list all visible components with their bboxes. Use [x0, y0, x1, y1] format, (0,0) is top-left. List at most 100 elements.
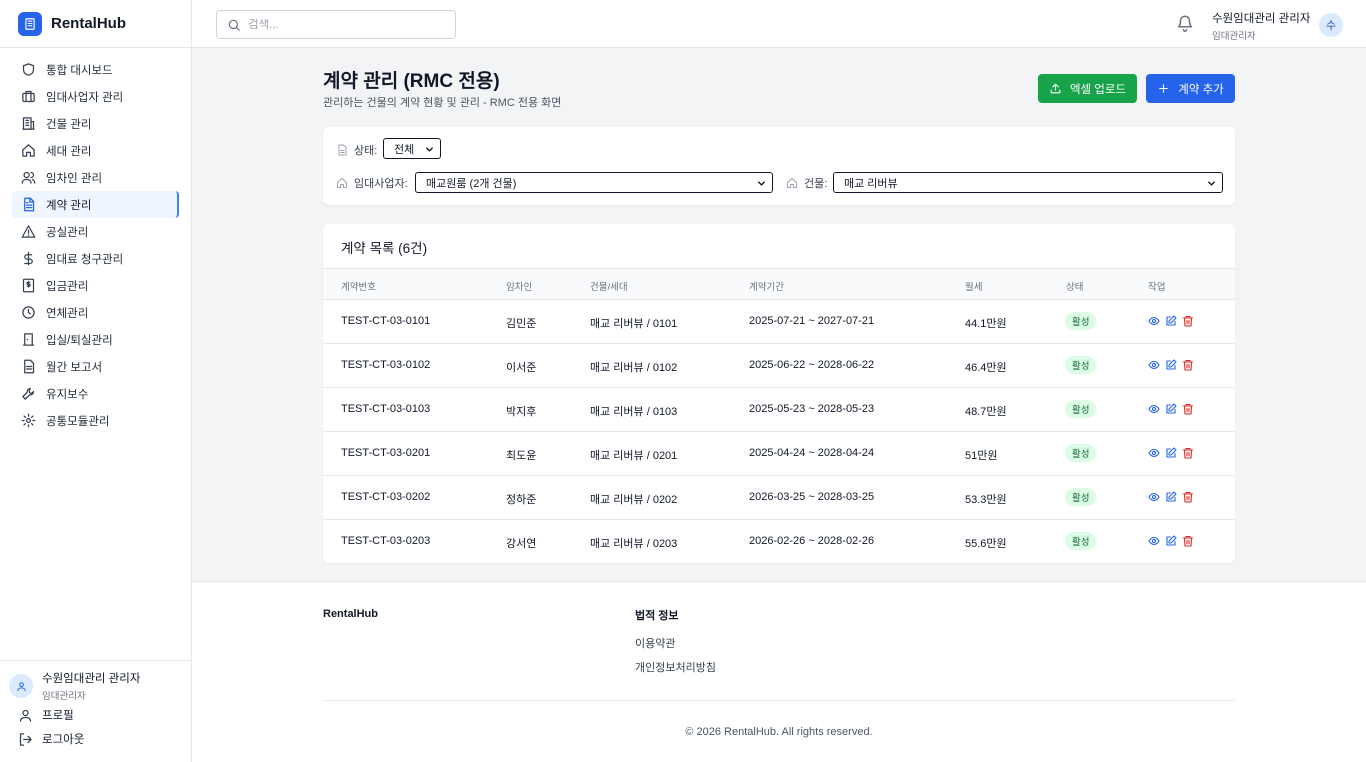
column-header: 월세: [965, 282, 983, 293]
sidebar-item-dashboard[interactable]: 통합 대시보드: [12, 56, 179, 83]
sidebar-item-move-in-out[interactable]: 입실/퇴실관리: [12, 326, 179, 353]
sidebar-item-tenants[interactable]: 임차인 관리: [12, 164, 179, 191]
building-label: 건물:: [804, 178, 828, 190]
sidebar-item-label: 공실관리: [46, 226, 89, 239]
row-actions: [1148, 447, 1194, 459]
view-eye-icon[interactable]: [1148, 315, 1160, 327]
search-input[interactable]: [248, 18, 438, 31]
row-actions: [1148, 403, 1194, 415]
door-icon: [21, 332, 36, 347]
delete-trash-icon[interactable]: [1182, 535, 1194, 547]
avatar[interactable]: 수: [1319, 13, 1343, 37]
terms-link[interactable]: 이용약관: [635, 635, 675, 651]
unit-cell: 매교 리버뷰 / 0203: [590, 538, 678, 550]
delete-trash-icon[interactable]: [1182, 447, 1194, 459]
rent-cell: 44.1만원: [965, 318, 1007, 330]
view-eye-icon[interactable]: [1148, 403, 1160, 415]
row-actions: [1148, 535, 1194, 547]
sidebar-item-label: 유지보수: [46, 388, 89, 401]
period-cell: 2026-02-26 ~ 2028-02-26: [749, 535, 875, 547]
sidebar-item-label: 입금관리: [46, 280, 89, 293]
building-select[interactable]: 매교 리버뷰: [833, 172, 1223, 193]
filter-panel: 상태: 전체 임대사업자: 매교원룸 (2개 건물) 건물: 매교 리버뷰: [323, 127, 1235, 205]
sidebar-item-maintenance[interactable]: 유지보수: [12, 380, 179, 407]
header-user[interactable]: 수원임대관리 관리자 임대관리자: [1212, 10, 1310, 42]
edit-pencil-icon[interactable]: [1165, 447, 1177, 459]
column-header: 임차인: [506, 282, 533, 293]
contract-id-cell: TEST-CT-03-0101: [341, 315, 431, 327]
profile-link[interactable]: 프로필: [0, 703, 191, 727]
sidebar-item-lessors[interactable]: 임대사업자 관리: [12, 83, 179, 110]
building-filter-label: 건물:: [786, 175, 827, 191]
chevron-down-icon: [756, 178, 767, 189]
sidebar-item-overdue[interactable]: 연체관리: [12, 299, 179, 326]
shield-icon: [21, 62, 36, 77]
edit-pencil-icon[interactable]: [1165, 359, 1177, 371]
sidebar-item-units[interactable]: 세대 관리: [12, 137, 179, 164]
sidebar-footer: 수원임대관리 관리자 임대관리자 프로필 로그아웃: [0, 660, 191, 762]
unit-cell: 매교 리버뷰 / 0101: [590, 318, 678, 330]
unit-cell: 매교 리버뷰 / 0103: [590, 406, 678, 418]
status-badge: 활성: [1065, 444, 1097, 462]
sidebar: RentalHub 통합 대시보드 임대사업자 관리 건물 관리 세대 관리 임…: [0, 0, 192, 762]
lessor-select[interactable]: 매교원룸 (2개 건물): [415, 172, 773, 193]
sidebar-item-deposits[interactable]: 입금관리: [12, 272, 179, 299]
tenant-cell: 최도윤: [506, 450, 537, 462]
contract-id-cell: TEST-CT-03-0201: [341, 447, 431, 459]
page-subtitle: 관리하는 건물의 계약 현황 및 관리 - RMC 전용 화면: [323, 97, 562, 109]
bell-icon[interactable]: [1176, 14, 1194, 32]
period-cell: 2026-03-25 ~ 2028-03-25: [749, 491, 875, 503]
edit-pencil-icon[interactable]: [1165, 535, 1177, 547]
contract-list-title: 계약 목록 (6건): [341, 241, 428, 256]
sidebar-item-monthly-report[interactable]: 월간 보고서: [12, 353, 179, 380]
status-filter-label: 상태:: [336, 142, 377, 158]
tenant-cell: 박지후: [506, 406, 537, 418]
status-badge: 활성: [1065, 488, 1097, 506]
edit-pencil-icon[interactable]: [1165, 403, 1177, 415]
page-footer: RentalHub 법적 정보 이용약관 개인정보처리방침 © 2026 Ren…: [192, 581, 1366, 762]
sidebar-item-label: 임차인 관리: [46, 172, 103, 185]
unit-cell: 매교 리버뷰 / 0202: [590, 494, 678, 506]
status-badge: 활성: [1065, 400, 1097, 418]
sidebar-item-vacancy[interactable]: 공실관리: [12, 218, 179, 245]
column-header: 상태: [1066, 282, 1084, 293]
sidebar-user-role: 임대관리자: [42, 691, 86, 702]
excel-upload-button[interactable]: 엑셀 업로드: [1038, 74, 1137, 103]
period-cell: 2025-04-24 ~ 2028-04-24: [749, 447, 875, 459]
add-contract-label: 계약 추가: [1178, 83, 1224, 96]
lessor-filter-label: 임대사업자:: [336, 175, 408, 191]
sidebar-item-buildings[interactable]: 건물 관리: [12, 110, 179, 137]
view-eye-icon[interactable]: [1148, 491, 1160, 503]
view-eye-icon[interactable]: [1148, 359, 1160, 371]
briefcase-icon: [21, 89, 36, 104]
table-row: TEST-CT-03-0102 이서준 매교 리버뷰 / 0102 2025-06-2…: [323, 344, 1235, 388]
receipt-icon: [21, 278, 36, 293]
logout-link[interactable]: 로그아웃: [0, 727, 191, 751]
sidebar-item-label: 월간 보고서: [46, 361, 103, 374]
profile-label: 프로필: [42, 710, 74, 722]
sidebar-item-billing[interactable]: 임대료 청구관리: [12, 245, 179, 272]
sidebar-item-common-modules[interactable]: 공통모듈관리: [12, 407, 179, 434]
sidebar-item-label: 임대사업자 관리: [46, 91, 124, 104]
footer-brand: RentalHub: [323, 608, 378, 620]
delete-trash-icon[interactable]: [1182, 403, 1194, 415]
app-logo[interactable]: RentalHub: [0, 0, 191, 48]
add-contract-button[interactable]: 계약 추가: [1146, 74, 1235, 103]
delete-trash-icon[interactable]: [1182, 359, 1194, 371]
tenant-cell: 정하준: [506, 494, 537, 506]
search-box[interactable]: [216, 10, 456, 39]
contract-id-cell: TEST-CT-03-0102: [341, 359, 431, 371]
status-label: 상태:: [354, 145, 378, 157]
delete-trash-icon[interactable]: [1182, 491, 1194, 503]
sidebar-item-contracts[interactable]: 계약 관리: [12, 191, 179, 218]
status-select[interactable]: 전체: [383, 138, 441, 159]
table-row: TEST-CT-03-0101 김민준 매교 리버뷰 / 0101 2025-07-2…: [323, 300, 1235, 344]
edit-pencil-icon[interactable]: [1165, 315, 1177, 327]
table-row: TEST-CT-03-0202 정하준 매교 리버뷰 / 0202 2026-03-2…: [323, 476, 1235, 520]
privacy-link[interactable]: 개인정보처리방침: [635, 659, 716, 675]
report-icon: [21, 359, 36, 374]
view-eye-icon[interactable]: [1148, 535, 1160, 547]
view-eye-icon[interactable]: [1148, 447, 1160, 459]
edit-pencil-icon[interactable]: [1165, 491, 1177, 503]
delete-trash-icon[interactable]: [1182, 315, 1194, 327]
